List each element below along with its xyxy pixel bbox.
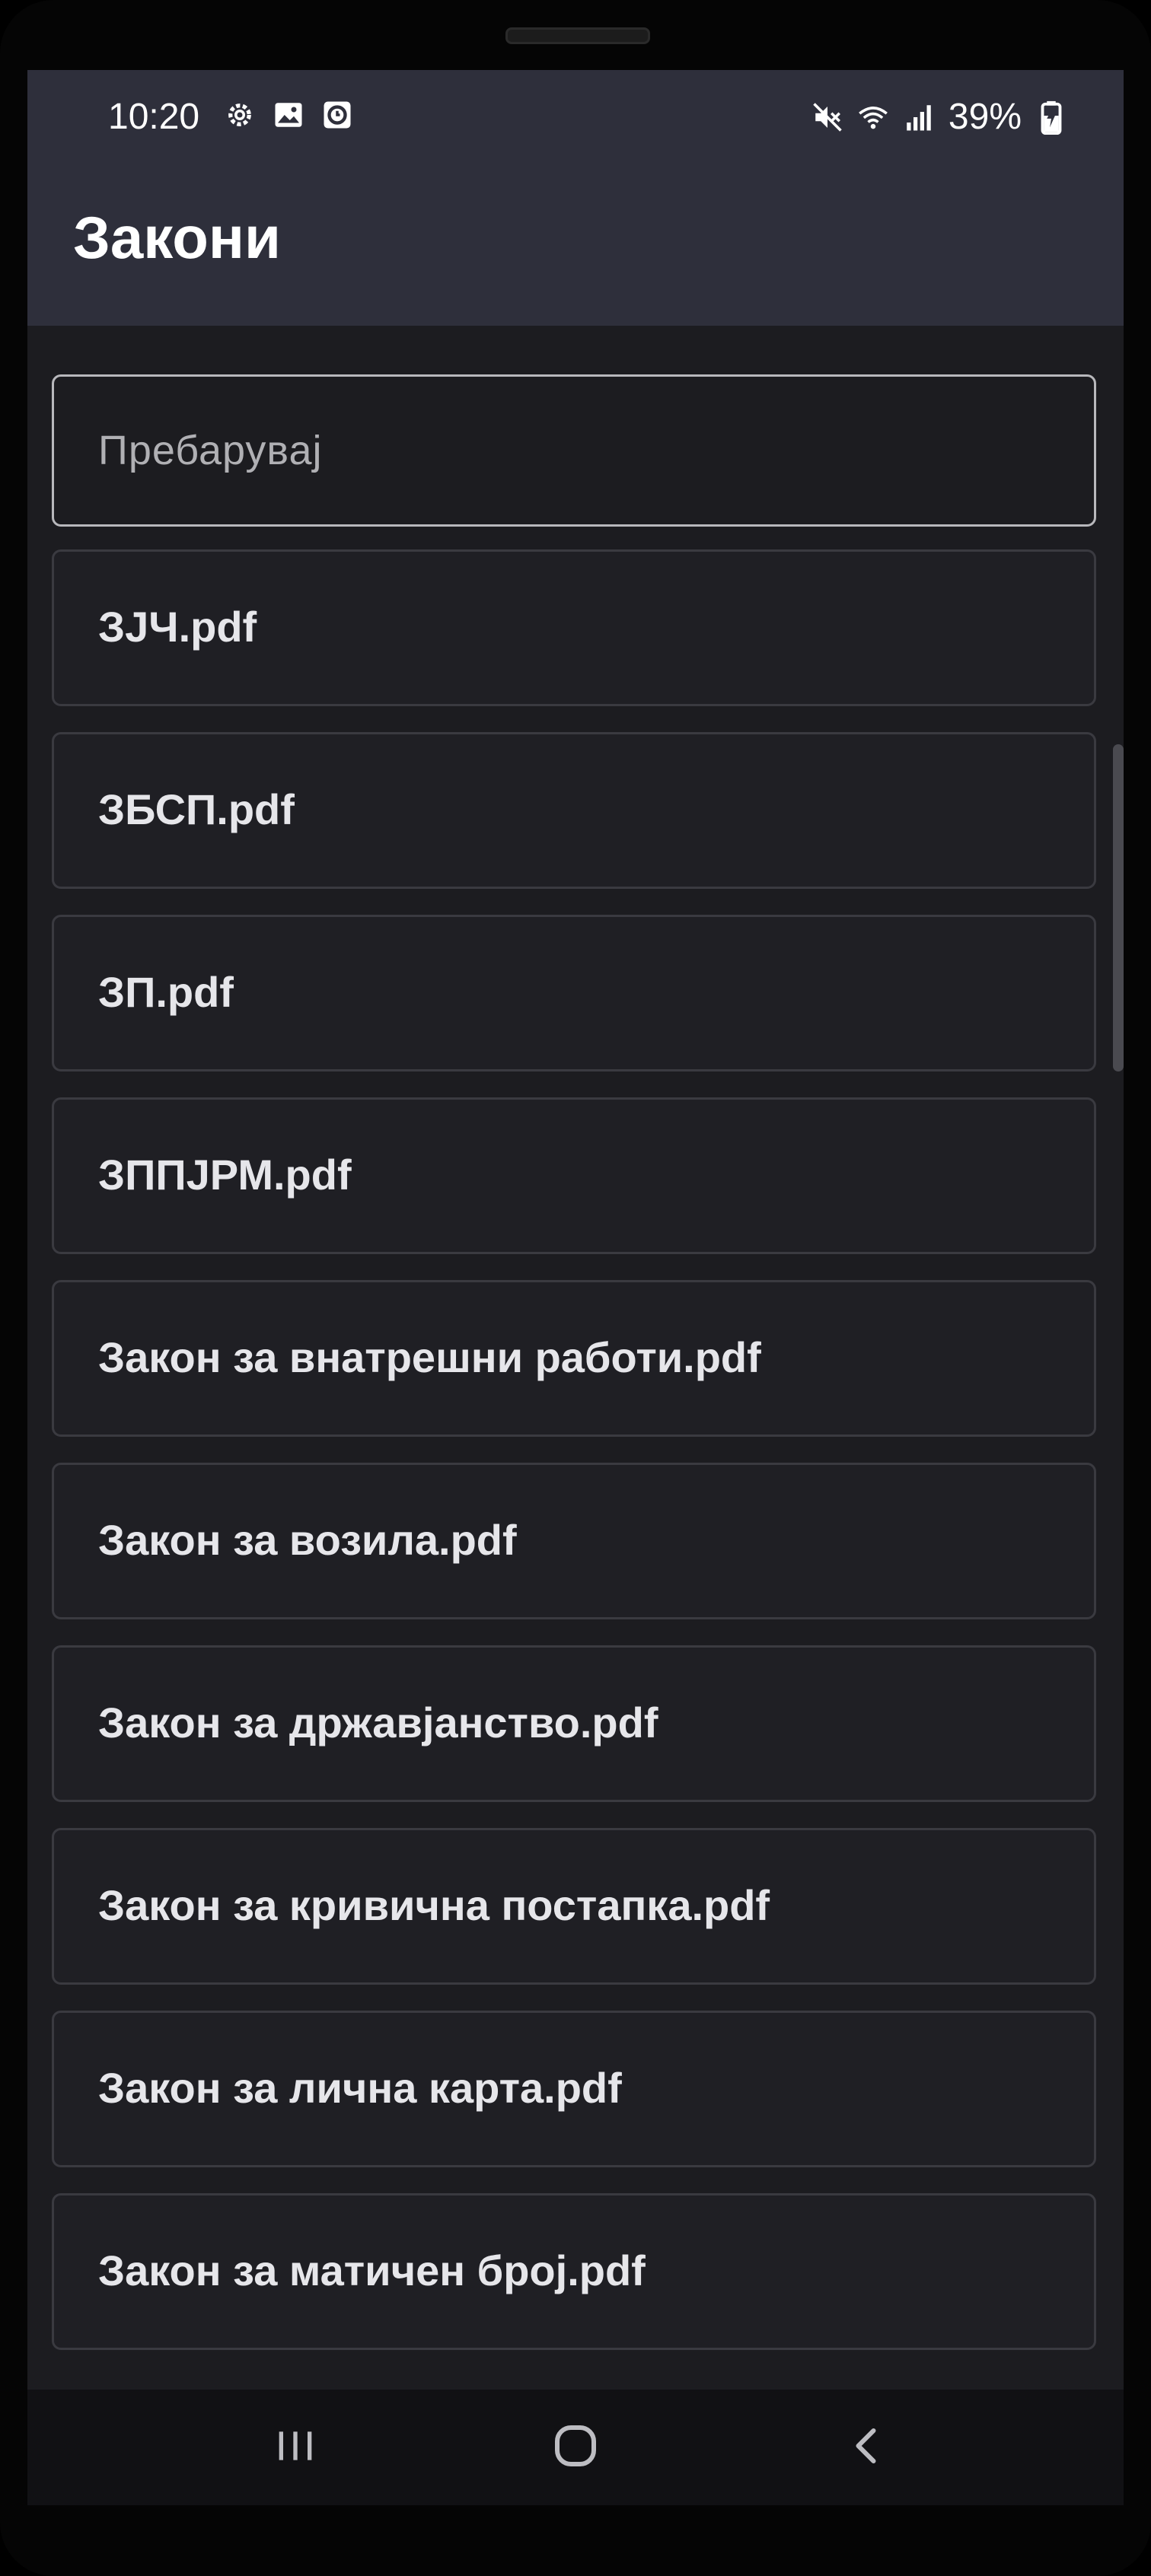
list-item-label: Закон за внатрешни работи.pdf (98, 1333, 761, 1381)
page-title: Закони (73, 204, 281, 271)
speaker-grille (505, 27, 650, 44)
screen: 10:20 39% Закони Пребарувај ЗЈЧ.pdf ЗБСП… (27, 70, 1124, 2505)
back-button[interactable] (792, 2390, 944, 2505)
recent-apps-icon (271, 2422, 320, 2474)
status-icons-right: 39% (811, 96, 1067, 138)
list-item[interactable]: Закон за лична карта.pdf (52, 2011, 1096, 2167)
back-icon (845, 2423, 891, 2473)
recent-apps-button[interactable] (219, 2390, 371, 2505)
list-item[interactable]: Закон за внатрешни работи.pdf (52, 1280, 1096, 1437)
list-item[interactable]: ЗППЈРМ.pdf (52, 1097, 1096, 1254)
clock-app-icon (321, 99, 353, 131)
file-list: ЗЈЧ.pdf ЗБСП.pdf ЗП.pdf ЗППЈРМ.pdf Закон… (52, 549, 1096, 2376)
file-list-container[interactable]: Пребарувај ЗЈЧ.pdf ЗБСП.pdf ЗП.pdf ЗППЈР… (27, 326, 1124, 2390)
home-icon (548, 2418, 603, 2477)
list-item-label: Закон за државјанство.pdf (98, 1699, 658, 1747)
list-item[interactable]: Закон за државјанство.pdf (52, 1645, 1096, 1802)
status-time: 10:20 (108, 97, 200, 137)
search-input[interactable]: Пребарувај (52, 374, 1096, 527)
settings-icon (224, 99, 256, 131)
navigation-bar (27, 2390, 1124, 2505)
list-item-label: ЗП.pdf (98, 968, 234, 1016)
image-icon (273, 99, 304, 131)
list-item-label: Закон за кривична постапка.pdf (98, 1881, 770, 1929)
list-item-label: Закон за матичен број.pdf (98, 2246, 646, 2294)
status-bar: 10:20 39% (27, 70, 1124, 161)
list-item-label: ЗЈЧ.pdf (98, 603, 257, 651)
home-button[interactable] (499, 2390, 652, 2505)
list-item-label: Закон за возила.pdf (98, 1516, 517, 1564)
list-item[interactable]: Закон за возила.pdf (52, 1463, 1096, 1619)
search-placeholder: Пребарувај (98, 428, 323, 473)
signal-icon (903, 101, 935, 133)
battery-percent: 39% (948, 97, 1022, 137)
app-bar: Закони (27, 161, 1124, 326)
list-item[interactable]: Закон за кривична постапка.pdf (52, 1828, 1096, 1985)
list-item-label: Закон за лична карта.pdf (98, 2064, 622, 2112)
phone-frame: 10:20 39% Закони Пребарувај ЗЈЧ.pdf ЗБСП… (0, 0, 1151, 2576)
list-item-label: ЗБСП.pdf (98, 785, 295, 833)
wifi-icon (857, 101, 889, 133)
list-item[interactable]: ЗБСП.pdf (52, 732, 1096, 889)
battery-charging-icon (1035, 100, 1067, 135)
list-item[interactable]: ЗП.pdf (52, 915, 1096, 1071)
status-icons-left (224, 99, 353, 131)
scrollbar[interactable] (1113, 744, 1124, 1071)
list-item[interactable]: ЗЈЧ.pdf (52, 549, 1096, 706)
mute-icon (811, 101, 843, 133)
list-item-label: ЗППЈРМ.pdf (98, 1151, 352, 1199)
list-item[interactable]: Закон за матичен број.pdf (52, 2193, 1096, 2350)
